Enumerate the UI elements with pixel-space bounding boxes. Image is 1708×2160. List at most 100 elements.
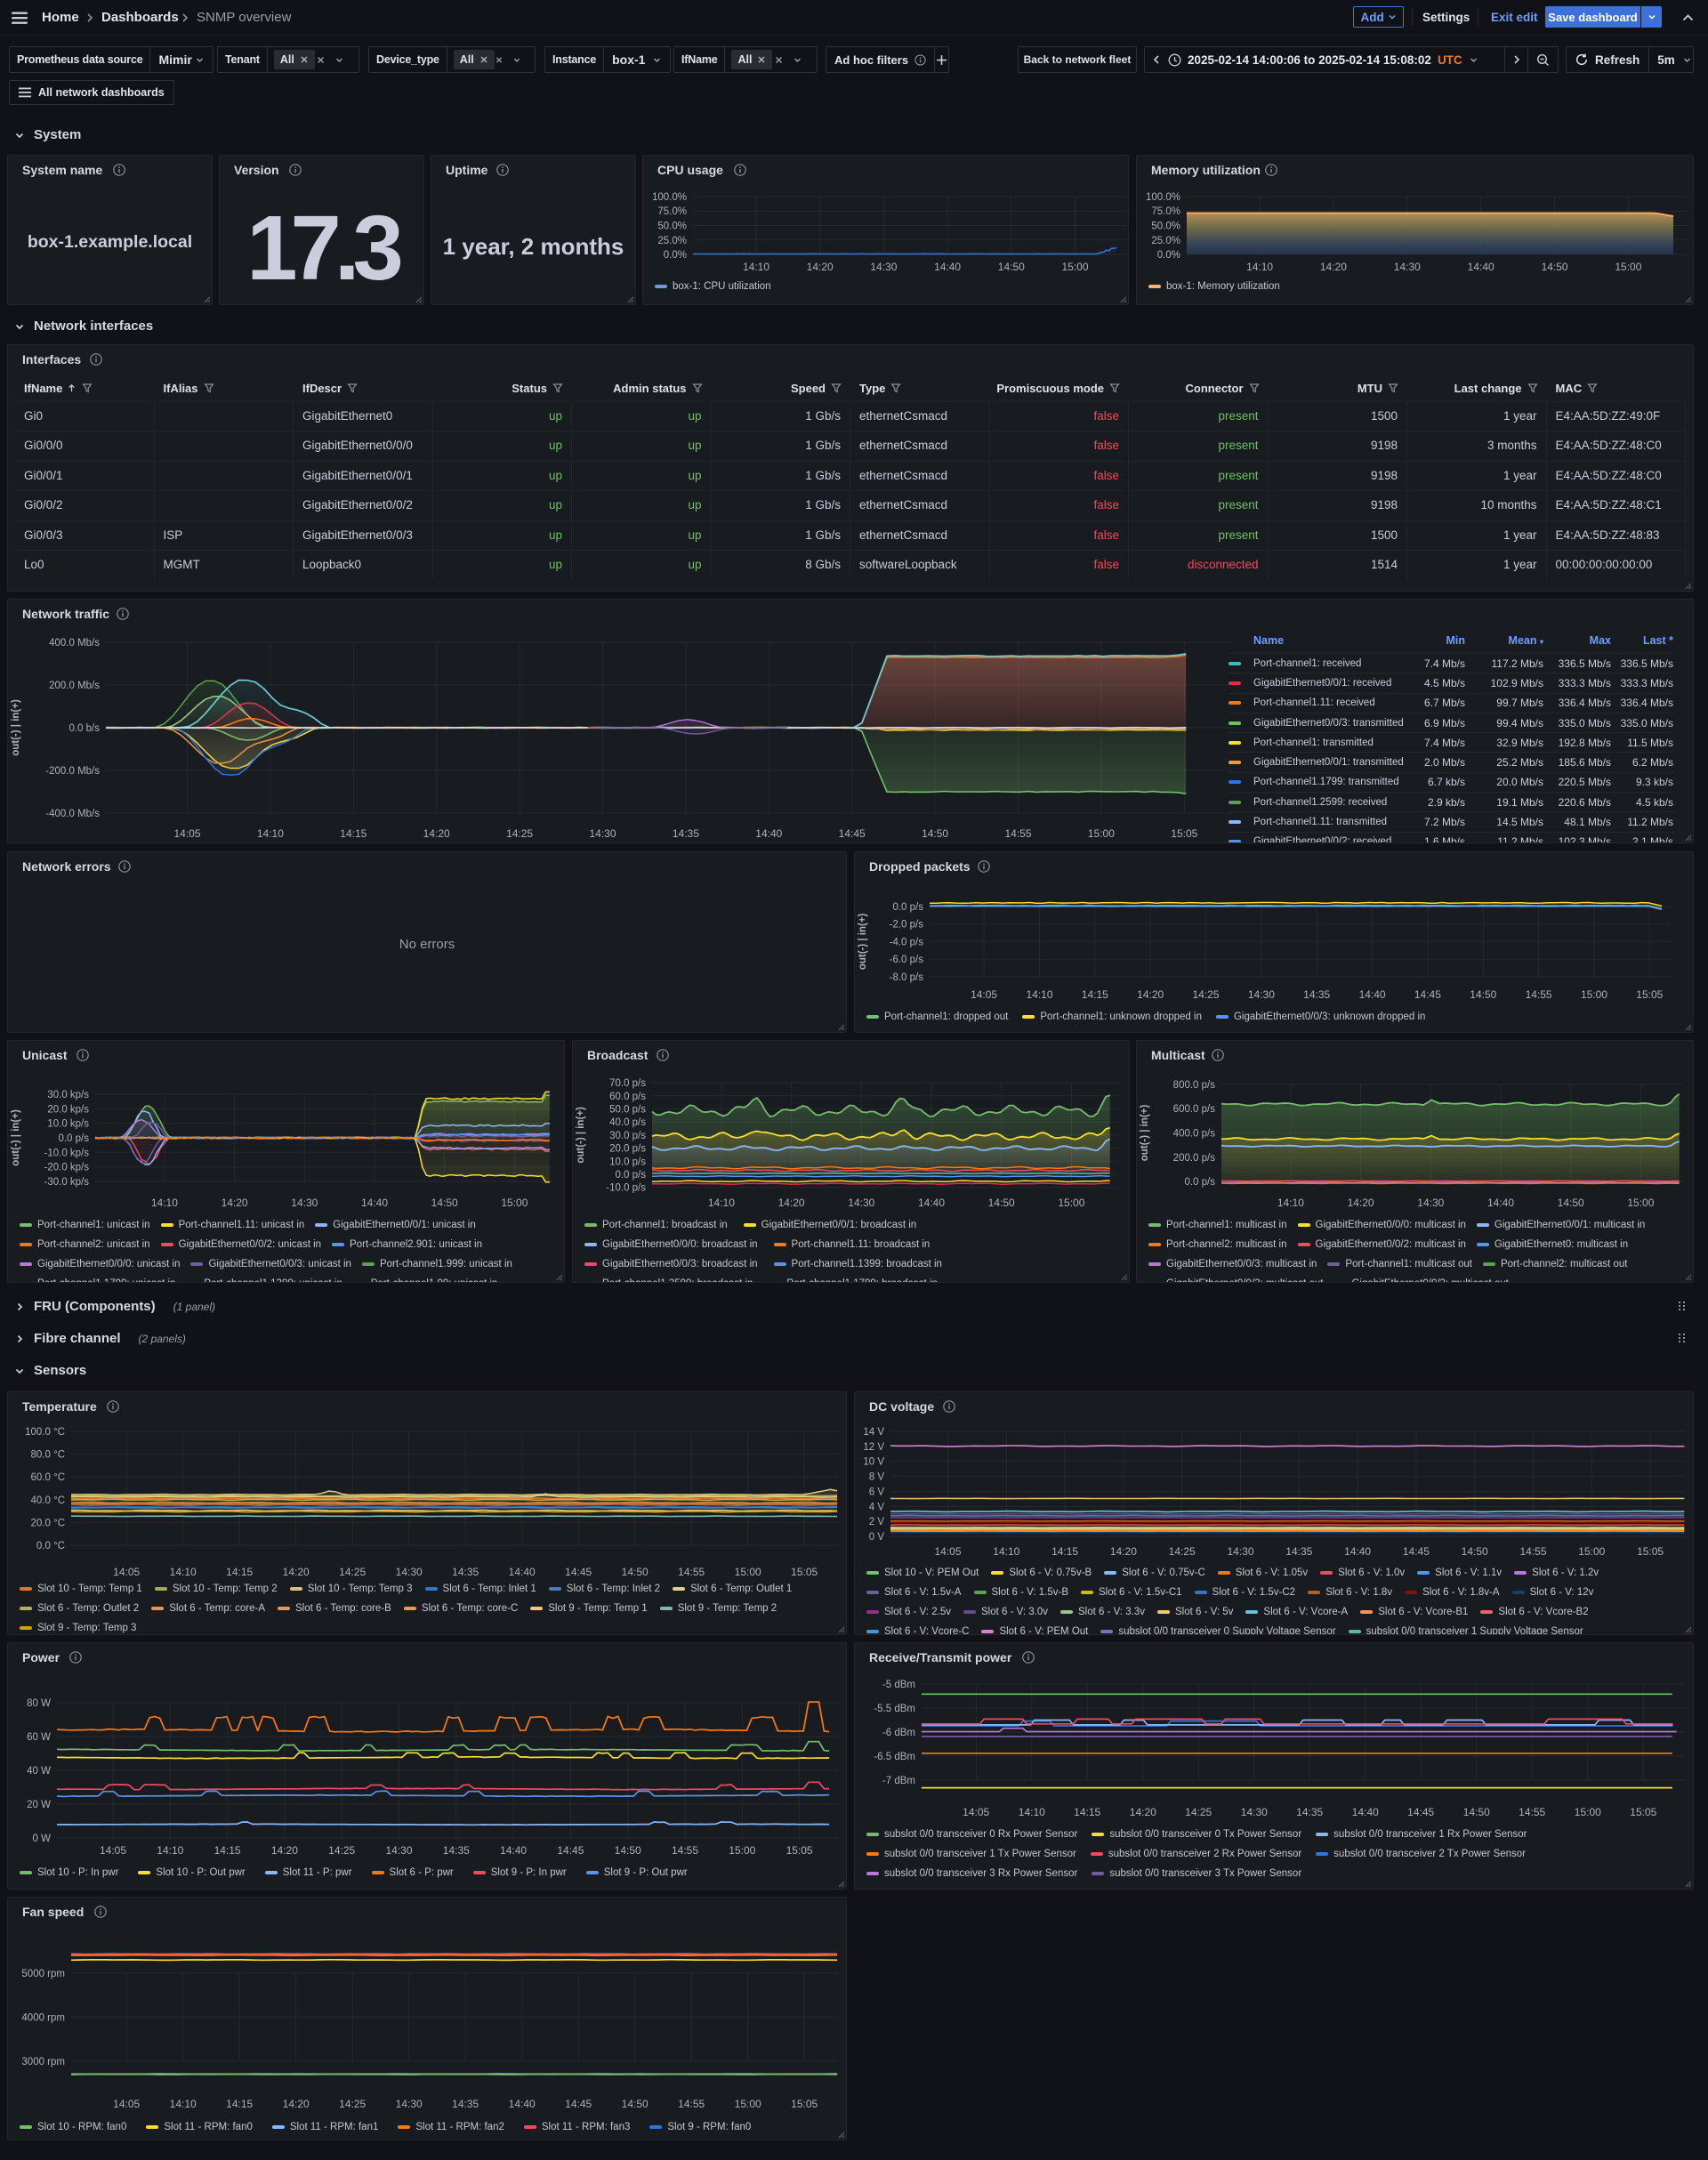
svg-text:14:55: 14:55	[1519, 1806, 1545, 1818]
svg-text:14:25: 14:25	[1185, 1806, 1212, 1818]
svg-text:15:00: 15:00	[1578, 1545, 1605, 1558]
svg-text:0 V: 0 V	[869, 1532, 885, 1543]
svg-text:-6 dBm: -6 dBm	[882, 1728, 915, 1738]
svg-text:25.0%: 25.0%	[1151, 236, 1180, 246]
svg-text:-5 dBm: -5 dBm	[882, 1680, 915, 1690]
svg-text:14:55: 14:55	[678, 1566, 705, 1578]
svg-text:14:10: 14:10	[1019, 1806, 1045, 1818]
svg-text:14:15: 14:15	[226, 1566, 253, 1578]
svg-text:14:50: 14:50	[615, 1844, 641, 1857]
svg-text:14:10: 14:10	[708, 1197, 735, 1209]
svg-text:14:05: 14:05	[113, 1566, 140, 1578]
svg-text:60 W: 60 W	[27, 1732, 51, 1743]
svg-text:14:30: 14:30	[848, 1197, 874, 1209]
svg-text:4000 rpm: 4000 rpm	[21, 2012, 65, 2023]
svg-text:0.0 °C: 0.0 °C	[36, 1541, 65, 1551]
svg-text:-10.0 p/s: -10.0 p/s	[606, 1183, 646, 1194]
svg-text:-400.0 Mb/s: -400.0 Mb/s	[45, 809, 100, 819]
svg-text:out(-) | in(+): out(-) | in(+)	[1140, 1105, 1150, 1162]
svg-text:-20.0 kp/s: -20.0 kp/s	[44, 1163, 90, 1173]
svg-text:60.0 p/s: 60.0 p/s	[609, 1092, 646, 1102]
svg-text:-6.0 p/s: -6.0 p/s	[890, 955, 924, 965]
svg-text:0 W: 0 W	[33, 1834, 52, 1844]
svg-text:14:10: 14:10	[257, 827, 284, 840]
svg-text:4 V: 4 V	[869, 1502, 885, 1512]
svg-text:14:40: 14:40	[1344, 1545, 1371, 1558]
svg-text:14:20: 14:20	[283, 1566, 310, 1578]
svg-text:14:05: 14:05	[963, 1806, 989, 1818]
svg-text:14:45: 14:45	[839, 827, 866, 840]
svg-text:60.0 °C: 60.0 °C	[31, 1472, 65, 1483]
svg-text:14:55: 14:55	[1526, 988, 1552, 1001]
svg-text:15:00: 15:00	[1061, 261, 1088, 273]
svg-text:out(-) | in(+): out(-) | in(+)	[576, 1107, 586, 1164]
svg-text:14:50: 14:50	[1470, 988, 1496, 1001]
svg-text:15:00: 15:00	[1581, 988, 1607, 1001]
svg-text:0.0 b/s: 0.0 b/s	[68, 723, 100, 734]
svg-text:14:15: 14:15	[1074, 1806, 1100, 1818]
svg-text:14:20: 14:20	[1110, 1545, 1137, 1558]
svg-text:-5.5 dBm: -5.5 dBm	[874, 1704, 915, 1714]
svg-text:14:25: 14:25	[339, 2098, 366, 2110]
svg-text:14:40: 14:40	[755, 827, 782, 840]
svg-text:400.0 p/s: 400.0 p/s	[1173, 1129, 1216, 1140]
svg-text:14:20: 14:20	[423, 827, 450, 840]
svg-text:15:05: 15:05	[1636, 988, 1663, 1001]
svg-text:14:50: 14:50	[988, 1197, 1015, 1209]
svg-text:0.0%: 0.0%	[664, 250, 687, 261]
svg-text:15:05: 15:05	[1637, 1545, 1664, 1558]
svg-text:14:30: 14:30	[396, 1566, 423, 1578]
svg-text:14:10: 14:10	[170, 2098, 197, 2110]
svg-text:15:00: 15:00	[1575, 1806, 1601, 1818]
svg-text:15:05: 15:05	[1630, 1806, 1656, 1818]
svg-text:15:05: 15:05	[791, 2098, 818, 2110]
svg-text:50.0 p/s: 50.0 p/s	[609, 1105, 646, 1116]
svg-text:14:55: 14:55	[1004, 827, 1031, 840]
svg-text:out(-) | in(+): out(-) | in(+)	[11, 699, 21, 756]
svg-text:14:30: 14:30	[1417, 1197, 1444, 1209]
svg-text:40.0 p/s: 40.0 p/s	[609, 1117, 646, 1128]
svg-text:15:05: 15:05	[786, 1844, 813, 1857]
svg-text:0.0%: 0.0%	[1157, 250, 1180, 261]
svg-text:14:15: 14:15	[1051, 1545, 1078, 1558]
svg-text:14:40: 14:40	[509, 1566, 536, 1578]
svg-text:14:40: 14:40	[509, 2098, 536, 2110]
svg-text:14:25: 14:25	[1192, 988, 1219, 1001]
svg-text:14 V: 14 V	[863, 1427, 884, 1438]
svg-text:14:15: 14:15	[1082, 988, 1108, 1001]
svg-text:25.0%: 25.0%	[657, 236, 687, 246]
svg-text:14:25: 14:25	[1169, 1545, 1196, 1558]
svg-text:14:30: 14:30	[1227, 1545, 1253, 1558]
svg-text:14:50: 14:50	[998, 261, 1025, 273]
svg-text:14:40: 14:40	[361, 1197, 388, 1209]
svg-text:14:05: 14:05	[113, 2098, 140, 2110]
svg-text:14:55: 14:55	[1519, 1545, 1546, 1558]
svg-text:14:20: 14:20	[1320, 261, 1347, 273]
svg-text:100.0%: 100.0%	[1146, 192, 1180, 203]
svg-text:14:40: 14:40	[1487, 1197, 1514, 1209]
svg-text:out(-) | in(+): out(-) | in(+)	[11, 1109, 21, 1166]
svg-text:14:10: 14:10	[1246, 261, 1273, 273]
svg-text:15:05: 15:05	[791, 1566, 818, 1578]
svg-text:14:20: 14:20	[1137, 988, 1164, 1001]
svg-text:14:35: 14:35	[1303, 988, 1330, 1001]
svg-text:14:45: 14:45	[565, 2098, 592, 2110]
svg-text:-200.0 Mb/s: -200.0 Mb/s	[45, 766, 100, 777]
svg-text:2 V: 2 V	[869, 1517, 885, 1527]
svg-text:14:40: 14:40	[1359, 988, 1386, 1001]
svg-text:-4.0 p/s: -4.0 p/s	[890, 937, 924, 947]
svg-text:14:30: 14:30	[1394, 261, 1421, 273]
svg-text:15:00: 15:00	[735, 1566, 761, 1578]
svg-text:15:00: 15:00	[1615, 261, 1641, 273]
svg-text:15:00: 15:00	[1058, 1197, 1084, 1209]
svg-text:12 V: 12 V	[863, 1442, 884, 1453]
svg-text:80 W: 80 W	[27, 1698, 51, 1709]
svg-text:14:35: 14:35	[1285, 1545, 1312, 1558]
svg-text:15:00: 15:00	[501, 1197, 528, 1209]
svg-text:14:40: 14:40	[934, 261, 961, 273]
svg-text:14:30: 14:30	[1248, 988, 1275, 1001]
svg-text:200.0 p/s: 200.0 p/s	[1173, 1153, 1216, 1164]
svg-text:14:20: 14:20	[271, 1844, 298, 1857]
svg-text:14:25: 14:25	[328, 1844, 355, 1857]
svg-text:40 W: 40 W	[27, 1766, 51, 1777]
